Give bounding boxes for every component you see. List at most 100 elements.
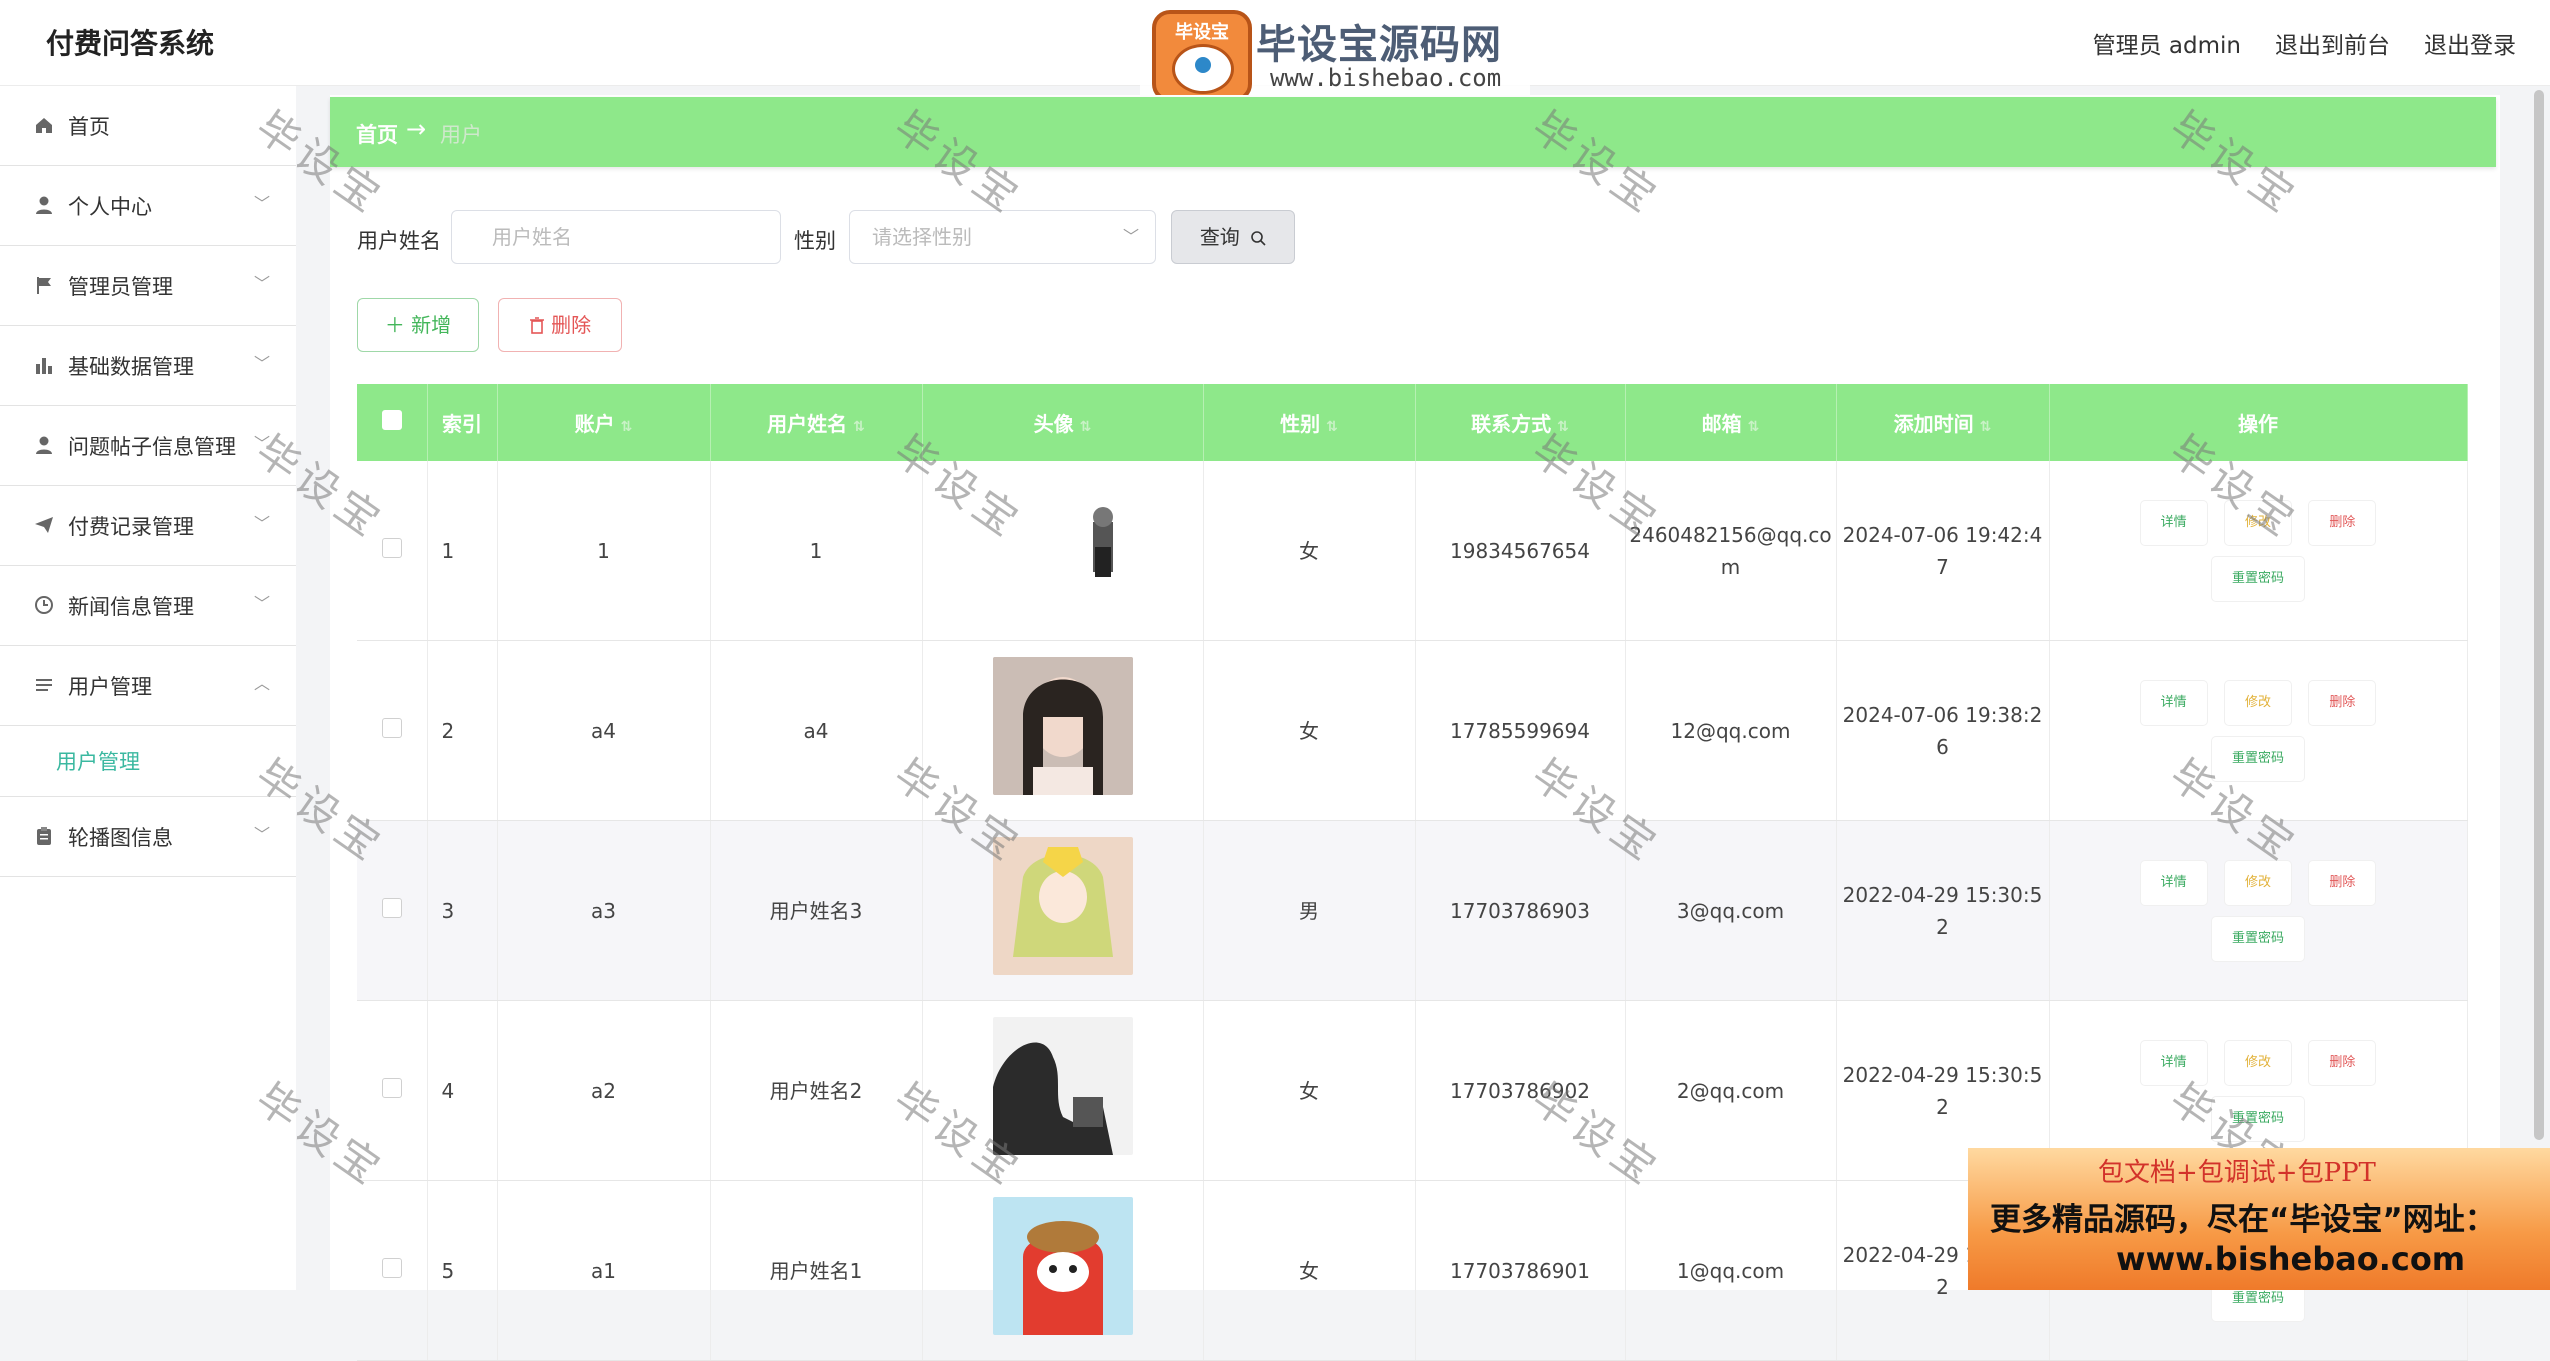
reset-password-button[interactable]: 重置密码 <box>2211 556 2304 601</box>
row-checkbox-cell[interactable] <box>357 820 428 1001</box>
sidebar-item-home[interactable]: 首页 <box>0 86 296 166</box>
row-checkbox-cell[interactable] <box>357 640 428 821</box>
row-checkbox[interactable] <box>381 717 402 738</box>
sort-icon[interactable]: ⇅ <box>1080 419 1092 435</box>
detail-button[interactable]: 详情 <box>2140 1040 2207 1085</box>
column-header[interactable]: 账户 ⇅ <box>497 384 711 461</box>
site-logo: 毕设宝 毕设宝源码网 www.bishebao.com <box>1140 4 1530 102</box>
column-header[interactable]: 头像 ⇅ <box>922 384 1204 461</box>
sidebar-item-label: 轮播图信息 <box>68 826 173 850</box>
row-checkbox[interactable] <box>381 1257 402 1278</box>
reset-password-button[interactable]: 重置密码 <box>2211 1096 2304 1141</box>
sort-icon[interactable]: ⇅ <box>1980 419 1992 435</box>
cell-phone: 17703786902 <box>1415 1000 1626 1181</box>
remove-button[interactable]: 删除 <box>2309 680 2376 725</box>
table-row: 1 1 1 女 19834567654 2460482156@qq.com 20… <box>357 461 2468 641</box>
column-header[interactable]: 添加时间 ⇅ <box>1836 384 2050 461</box>
name-search-label: 用户姓名 <box>357 229 441 253</box>
edit-button[interactable]: 修改 <box>2224 680 2291 725</box>
detail-button[interactable]: 详情 <box>2140 680 2207 725</box>
column-header[interactable]: 联系方式 ⇅ <box>1415 384 1626 461</box>
home-icon <box>34 115 54 135</box>
edit-button[interactable]: 修改 <box>2224 1040 2291 1085</box>
sidebar-item-admin-manage[interactable]: 管理员管理 ﹀ <box>0 246 296 326</box>
avatar <box>992 1197 1133 1335</box>
user-icon <box>34 195 54 215</box>
vertical-scrollbar[interactable] <box>2534 90 2544 1140</box>
cell-avatar <box>922 1180 1204 1361</box>
chevron-down-icon: ﹀ <box>253 274 270 293</box>
cell-phone: 19834567654 <box>1415 461 1626 641</box>
clock-icon <box>34 595 54 615</box>
row-checkbox-cell[interactable] <box>357 1180 428 1361</box>
detail-button[interactable]: 详情 <box>2140 500 2207 545</box>
sidebar-item-payment-records[interactable]: 付费记录管理 ﹀ <box>0 486 296 566</box>
sidebar-subitem-label: 用户管理 <box>56 750 140 774</box>
admin-user-link[interactable]: 管理员 admin <box>2093 26 2241 60</box>
edit-button[interactable]: 修改 <box>2224 860 2291 905</box>
cell-name: 1 <box>710 461 923 641</box>
add-button-label: 新增 <box>411 313 452 337</box>
batch-delete-button[interactable]: 删除 <box>498 298 622 352</box>
sidebar: 首页 个人中心 ﹀ 管理员管理 ﹀ 基础数据管理 ﹀ 问题帖子信息管理 ﹀ 付费… <box>0 86 296 1290</box>
row-checkbox[interactable] <box>381 537 402 558</box>
column-header[interactable]: 邮箱 ⇅ <box>1625 384 1837 461</box>
edit-button[interactable]: 修改 <box>2224 500 2291 545</box>
sort-icon[interactable]: ⇅ <box>1326 419 1338 435</box>
sidebar-subitem-user-manage[interactable]: 用户管理 <box>0 726 296 797</box>
query-button[interactable]: 查询 <box>1171 210 1295 264</box>
cell-name: 用户姓名1 <box>710 1180 923 1361</box>
chevron-down-icon: ﹀ <box>253 354 270 373</box>
ad-banner[interactable]: 包文档+包调试+包PPT 更多精品源码，尽在“毕设宝”网址： www.bishe… <box>1968 1148 2550 1290</box>
sort-icon[interactable]: ⇅ <box>621 419 633 435</box>
name-search-input[interactable]: 用户姓名 <box>451 210 781 264</box>
avatar <box>992 1017 1133 1155</box>
cell-account: a2 <box>497 1000 711 1181</box>
logout-link[interactable]: 退出登录 <box>2424 26 2516 60</box>
sidebar-item-personal-center[interactable]: 个人中心 ﹀ <box>0 166 296 246</box>
column-header[interactable]: 用户姓名 ⇅ <box>710 384 923 461</box>
sidebar-item-carousel[interactable]: 轮播图信息 ﹀ <box>0 797 296 877</box>
cell-account: a3 <box>497 820 711 1001</box>
breadcrumb-home[interactable]: 首页 <box>356 119 398 149</box>
sidebar-item-label: 个人中心 <box>68 195 152 219</box>
select-all-checkbox-cell[interactable] <box>357 384 428 461</box>
column-header[interactable]: 性别 ⇅ <box>1203 384 1416 461</box>
flag-icon <box>34 275 54 295</box>
cell-account: 1 <box>497 461 711 641</box>
row-checkbox[interactable] <box>381 897 402 918</box>
cell-email: 1@qq.com <box>1625 1180 1837 1361</box>
cell-avatar <box>922 640 1204 821</box>
sidebar-item-user-manage[interactable]: 用户管理 ︿ <box>0 646 296 726</box>
sidebar-item-question-posts[interactable]: 问题帖子信息管理 ﹀ <box>0 406 296 486</box>
cell-index: 1 <box>427 461 498 641</box>
sidebar-item-label: 管理员管理 <box>68 275 173 299</box>
sidebar-item-news[interactable]: 新闻信息管理 ﹀ <box>0 566 296 646</box>
delete-button-label: 删除 <box>551 313 592 337</box>
sidebar-item-label: 首页 <box>68 115 110 139</box>
detail-button[interactable]: 详情 <box>2140 860 2207 905</box>
sidebar-item-base-data[interactable]: 基础数据管理 ﹀ <box>0 326 296 406</box>
remove-button[interactable]: 删除 <box>2309 1040 2376 1085</box>
select-all-checkbox[interactable] <box>381 410 402 430</box>
row-checkbox-cell[interactable] <box>357 1000 428 1181</box>
chevron-up-icon: ︿ <box>253 674 270 693</box>
row-checkbox-cell[interactable] <box>357 461 428 641</box>
reset-password-button[interactable]: 重置密码 <box>2211 736 2304 781</box>
query-button-label: 查询 <box>1199 225 1240 249</box>
chevron-down-icon: ﹀ <box>253 514 270 533</box>
breadcrumb: 首页 → 用户 <box>330 97 2496 167</box>
remove-button[interactable]: 删除 <box>2309 860 2376 905</box>
bar-chart-icon <box>34 355 54 375</box>
sort-icon[interactable]: ⇅ <box>853 419 865 435</box>
reset-password-button[interactable]: 重置密码 <box>2211 916 2304 961</box>
sort-icon[interactable]: ⇅ <box>1557 419 1569 435</box>
add-button[interactable]: ＋ 新增 <box>357 298 479 352</box>
column-header: 操作 <box>2049 384 2468 461</box>
remove-button[interactable]: 删除 <box>2309 500 2376 545</box>
sort-icon[interactable]: ⇅ <box>1748 419 1760 435</box>
cell-ops: 详情 修改 删除 重置密码 <box>2049 461 2468 641</box>
exit-to-front-link[interactable]: 退出到前台 <box>2275 26 2390 60</box>
row-checkbox[interactable] <box>381 1077 402 1098</box>
gender-select[interactable]: 请选择性别 ﹀ <box>849 210 1156 264</box>
